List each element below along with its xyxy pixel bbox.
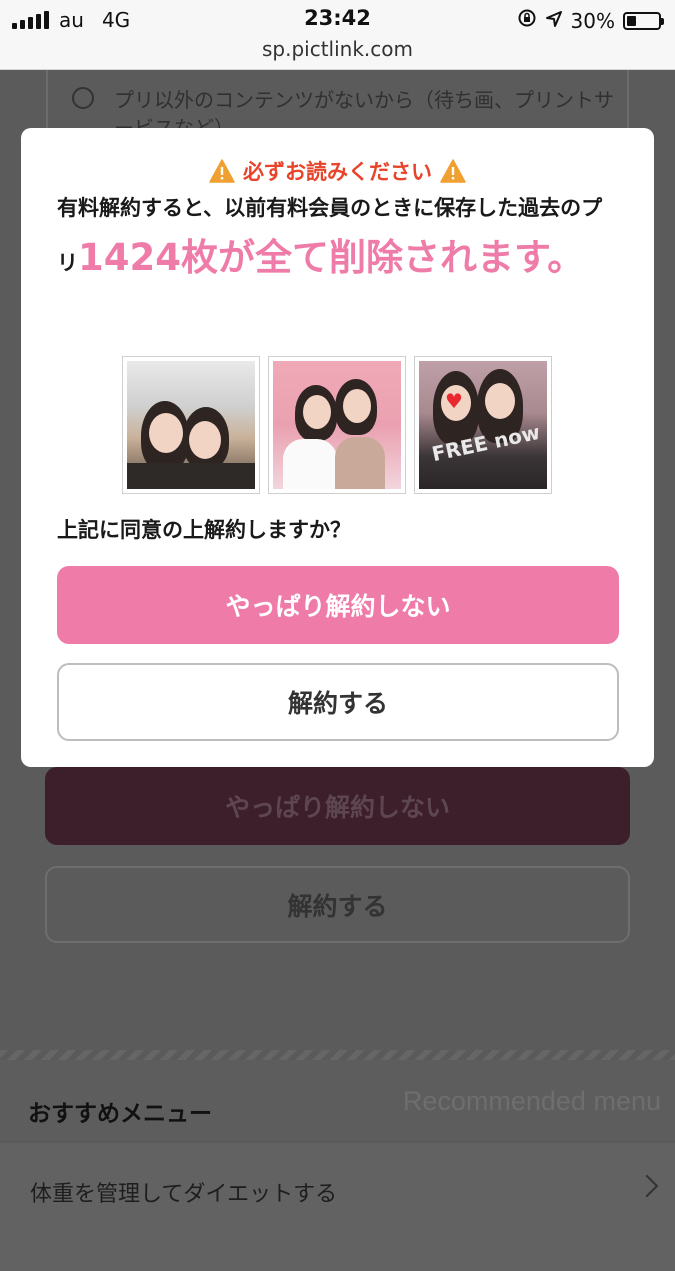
confirm-question: 上記に同意の上解約しますか？ <box>57 518 351 542</box>
warning-icon <box>209 159 235 183</box>
cancel-subscription-button[interactable]: 解約する <box>57 663 619 741</box>
photo-thumbnail <box>268 356 406 494</box>
battery-percent: 30% <box>570 8 615 33</box>
heart-icon: ♥ <box>445 389 463 413</box>
rotation-lock-icon <box>517 8 537 33</box>
warning-icon <box>440 159 466 183</box>
url-bar[interactable]: sp.pictlink.com <box>0 37 675 61</box>
battery-icon <box>623 11 664 30</box>
warning-header: 必ずお読みください <box>21 156 654 186</box>
status-bar: au 4G 23:42 30% sp.pictlink.com <box>0 0 675 70</box>
warning-message: 有料解約すると、以前有料会員のときに保存した過去のプリ1424枚が全て削除されま… <box>57 186 622 286</box>
battery-fill <box>627 15 636 26</box>
warning-message-highlight: 1424枚が全て削除されます。 <box>78 236 585 279</box>
recommended-menu-title-en: Recommended menu <box>402 1086 661 1116</box>
photo-thumbnail: ♥ FREE now <box>414 356 552 494</box>
photo-image <box>127 361 255 489</box>
background-keep-button[interactable]: やっぱり解約しない <box>45 767 630 845</box>
location-arrow-icon <box>545 9 563 33</box>
photo-preview-row: ♥ FREE now <box>122 356 552 494</box>
background-radio[interactable] <box>72 87 94 109</box>
recommended-menu-item-label: 体重を管理してダイエットする <box>30 1182 338 1207</box>
photo-image <box>273 361 401 489</box>
cancel-confirm-modal: 必ずお読みください 有料解約すると、以前有料会員のときに保存した過去のプリ142… <box>21 128 654 767</box>
warning-title: 必ずお読みください <box>243 160 432 184</box>
background-divider <box>0 1050 675 1060</box>
recommended-menu-title: おすすめメニュー <box>28 1101 212 1127</box>
background-cancel-button[interactable]: 解約する <box>45 866 630 943</box>
photo-image: ♥ FREE now <box>419 361 547 489</box>
keep-subscription-button[interactable]: やっぱり解約しない <box>57 566 619 644</box>
status-right: 30% <box>517 8 664 33</box>
photo-thumbnail <box>122 356 260 494</box>
